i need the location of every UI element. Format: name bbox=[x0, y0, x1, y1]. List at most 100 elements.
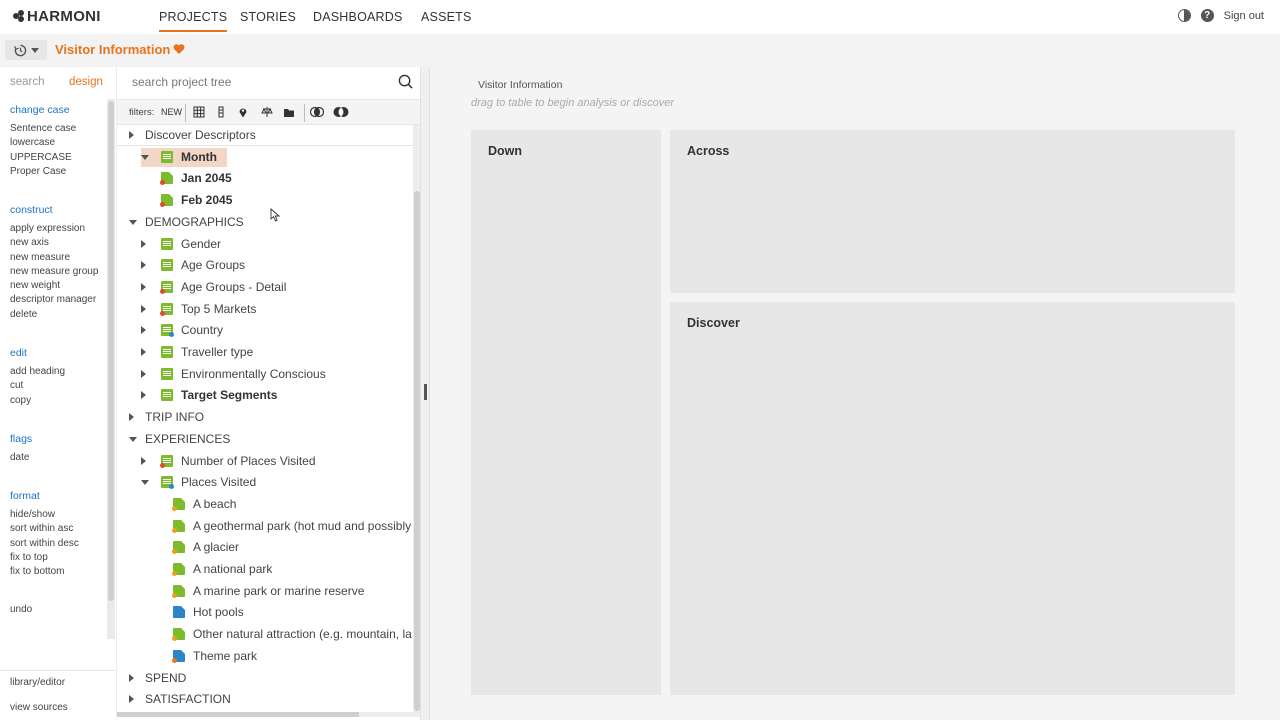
help-icon[interactable]: ? bbox=[1200, 9, 1214, 22]
action-new-axis[interactable]: new axis bbox=[10, 236, 98, 250]
action-new-measure-group[interactable]: new measure group bbox=[10, 265, 98, 279]
action-date[interactable]: date bbox=[10, 451, 32, 465]
tree-horizontal-scrollbar[interactable] bbox=[117, 712, 413, 717]
sign-out-link[interactable]: Sign out bbox=[1224, 10, 1264, 22]
tree-row[interactable]: Number of Places Visited bbox=[117, 451, 413, 472]
tree-row[interactable]: A glacier bbox=[117, 537, 413, 558]
caret-right-icon[interactable] bbox=[141, 369, 146, 378]
nav-tab-stories[interactable]: STORIES bbox=[240, 10, 296, 24]
splitter-grip[interactable] bbox=[424, 384, 427, 400]
sidebar-tab-search[interactable]: search bbox=[10, 76, 45, 88]
search-icon[interactable] bbox=[398, 74, 413, 89]
tree-row[interactable]: A marine park or marine reserve bbox=[117, 581, 413, 602]
tree-row[interactable]: Top 5 Markets bbox=[117, 299, 413, 320]
action-sort-within-desc[interactable]: sort within desc bbox=[10, 537, 79, 551]
tree-row[interactable]: A geothermal park (hot mud and possibly bbox=[117, 516, 413, 537]
caret-right-icon[interactable] bbox=[141, 456, 146, 465]
caret-right-icon[interactable] bbox=[129, 413, 134, 422]
caret-right-icon[interactable] bbox=[141, 304, 146, 313]
action-sort-within-asc[interactable]: sort within asc bbox=[10, 522, 79, 536]
folder-icon[interactable] bbox=[283, 106, 295, 118]
caret-right-icon[interactable] bbox=[141, 261, 146, 270]
variable-list-icon bbox=[161, 389, 173, 402]
action-hide-show[interactable]: hide/show bbox=[10, 508, 79, 522]
tree-row[interactable]: Target Segments bbox=[117, 385, 413, 406]
search-input[interactable] bbox=[132, 75, 392, 89]
action-proper-case[interactable]: Proper Case bbox=[10, 165, 76, 179]
invert-venn-icon[interactable] bbox=[333, 106, 349, 118]
sidebar-scrollbar[interactable] bbox=[107, 99, 115, 639]
caret-right-icon[interactable] bbox=[141, 348, 146, 356]
map-pin-icon[interactable] bbox=[237, 106, 249, 118]
filter-new-button[interactable]: NEW bbox=[161, 107, 182, 117]
nav-tab-projects[interactable]: PROJECTS bbox=[159, 10, 228, 32]
theme-toggle-icon[interactable] bbox=[1177, 9, 1191, 22]
tree-row[interactable]: Jan 2045 bbox=[117, 168, 413, 189]
caret-right-icon[interactable] bbox=[129, 673, 134, 682]
tree-row[interactable]: Age Groups - Detail bbox=[117, 277, 413, 298]
action-fix-to-bottom[interactable]: fix to bottom bbox=[10, 565, 79, 579]
action-sentence-case[interactable]: Sentence case bbox=[10, 122, 76, 136]
caret-down-icon[interactable] bbox=[141, 154, 149, 160]
across-drop-zone[interactable]: Across bbox=[670, 130, 1235, 293]
action-undo[interactable]: undo bbox=[10, 604, 32, 615]
action-copy[interactable]: copy bbox=[10, 394, 65, 408]
action-descriptor-manager[interactable]: descriptor manager bbox=[10, 293, 98, 307]
tree-row[interactable]: EXPERIENCES bbox=[117, 429, 413, 450]
discover-drop-zone[interactable]: Discover bbox=[670, 302, 1235, 695]
action-apply-expression[interactable]: apply expression bbox=[10, 222, 98, 236]
tree-row[interactable]: A national park bbox=[117, 559, 413, 580]
nav-tab-assets[interactable]: ASSETS bbox=[421, 10, 472, 24]
favorite-heart-icon[interactable] bbox=[173, 43, 185, 55]
caret-right-icon[interactable] bbox=[141, 391, 146, 400]
tree-row[interactable]: Places Visited bbox=[117, 472, 413, 493]
tree-row[interactable]: TRIP INFO bbox=[117, 407, 413, 428]
tree-row[interactable]: Age Groups bbox=[117, 255, 413, 276]
venn-icon[interactable] bbox=[310, 106, 324, 118]
action-delete[interactable]: delete bbox=[10, 308, 98, 322]
caret-right-icon[interactable] bbox=[141, 326, 146, 335]
column-icon[interactable] bbox=[215, 106, 227, 118]
tree-row[interactable]: Other natural attraction (e.g. mountain,… bbox=[117, 624, 413, 645]
action-cut[interactable]: cut bbox=[10, 379, 65, 393]
tree-row[interactable]: Country bbox=[117, 320, 413, 341]
tree-row[interactable]: Gender bbox=[117, 234, 413, 255]
action-new-measure[interactable]: new measure bbox=[10, 251, 98, 265]
tree-row[interactable]: A beach bbox=[117, 494, 413, 515]
caret-down-icon[interactable] bbox=[129, 436, 137, 442]
tree-row[interactable]: Environmentally Conscious bbox=[117, 364, 413, 385]
caret-right-icon[interactable] bbox=[141, 239, 146, 248]
tree-row[interactable]: DEMOGRAPHICS bbox=[117, 212, 413, 233]
balance-icon[interactable] bbox=[261, 106, 273, 118]
panel-splitter[interactable] bbox=[420, 67, 430, 720]
tree-row[interactable]: Theme park bbox=[117, 646, 413, 667]
tree-row[interactable]: Discover Descriptors bbox=[117, 125, 413, 146]
down-drop-zone[interactable]: Down bbox=[471, 130, 661, 695]
caret-down-icon[interactable] bbox=[141, 480, 149, 486]
grid-icon[interactable] bbox=[193, 106, 205, 118]
action-add-heading[interactable]: add heading bbox=[10, 365, 65, 379]
library-editor-link[interactable]: library/editor bbox=[10, 677, 65, 688]
tree-row[interactable]: Feb 2045 bbox=[117, 190, 413, 211]
tree-row[interactable]: SATISFACTION bbox=[117, 689, 413, 710]
action-uppercase[interactable]: UPPERCASE bbox=[10, 151, 76, 165]
tree-row[interactable]: Traveller type bbox=[117, 342, 413, 363]
caret-right-icon[interactable] bbox=[129, 131, 134, 139]
tree-row[interactable]: SPEND bbox=[117, 668, 413, 689]
action-lowercase[interactable]: lowercase bbox=[10, 136, 76, 150]
tree-row-label: EXPERIENCES bbox=[145, 431, 231, 446]
caret-down-icon[interactable] bbox=[129, 219, 137, 225]
harmoni-logo[interactable]: HARMONI bbox=[13, 8, 101, 25]
action-fix-to-top[interactable]: fix to top bbox=[10, 551, 79, 565]
nav-tab-dashboards[interactable]: DASHBOARDS bbox=[313, 10, 403, 24]
group-heading: edit bbox=[10, 347, 27, 359]
tree-row-label: Age Groups - Detail bbox=[181, 279, 287, 294]
caret-right-icon[interactable] bbox=[129, 695, 134, 704]
action-new-weight[interactable]: new weight bbox=[10, 279, 98, 293]
view-sources-link[interactable]: view sources bbox=[10, 702, 68, 713]
caret-right-icon[interactable] bbox=[141, 282, 146, 291]
sidebar-tab-design[interactable]: design bbox=[69, 76, 103, 88]
history-button[interactable] bbox=[5, 40, 47, 60]
tree-row[interactable]: Month bbox=[117, 147, 413, 168]
tree-row[interactable]: Hot pools bbox=[117, 602, 413, 623]
